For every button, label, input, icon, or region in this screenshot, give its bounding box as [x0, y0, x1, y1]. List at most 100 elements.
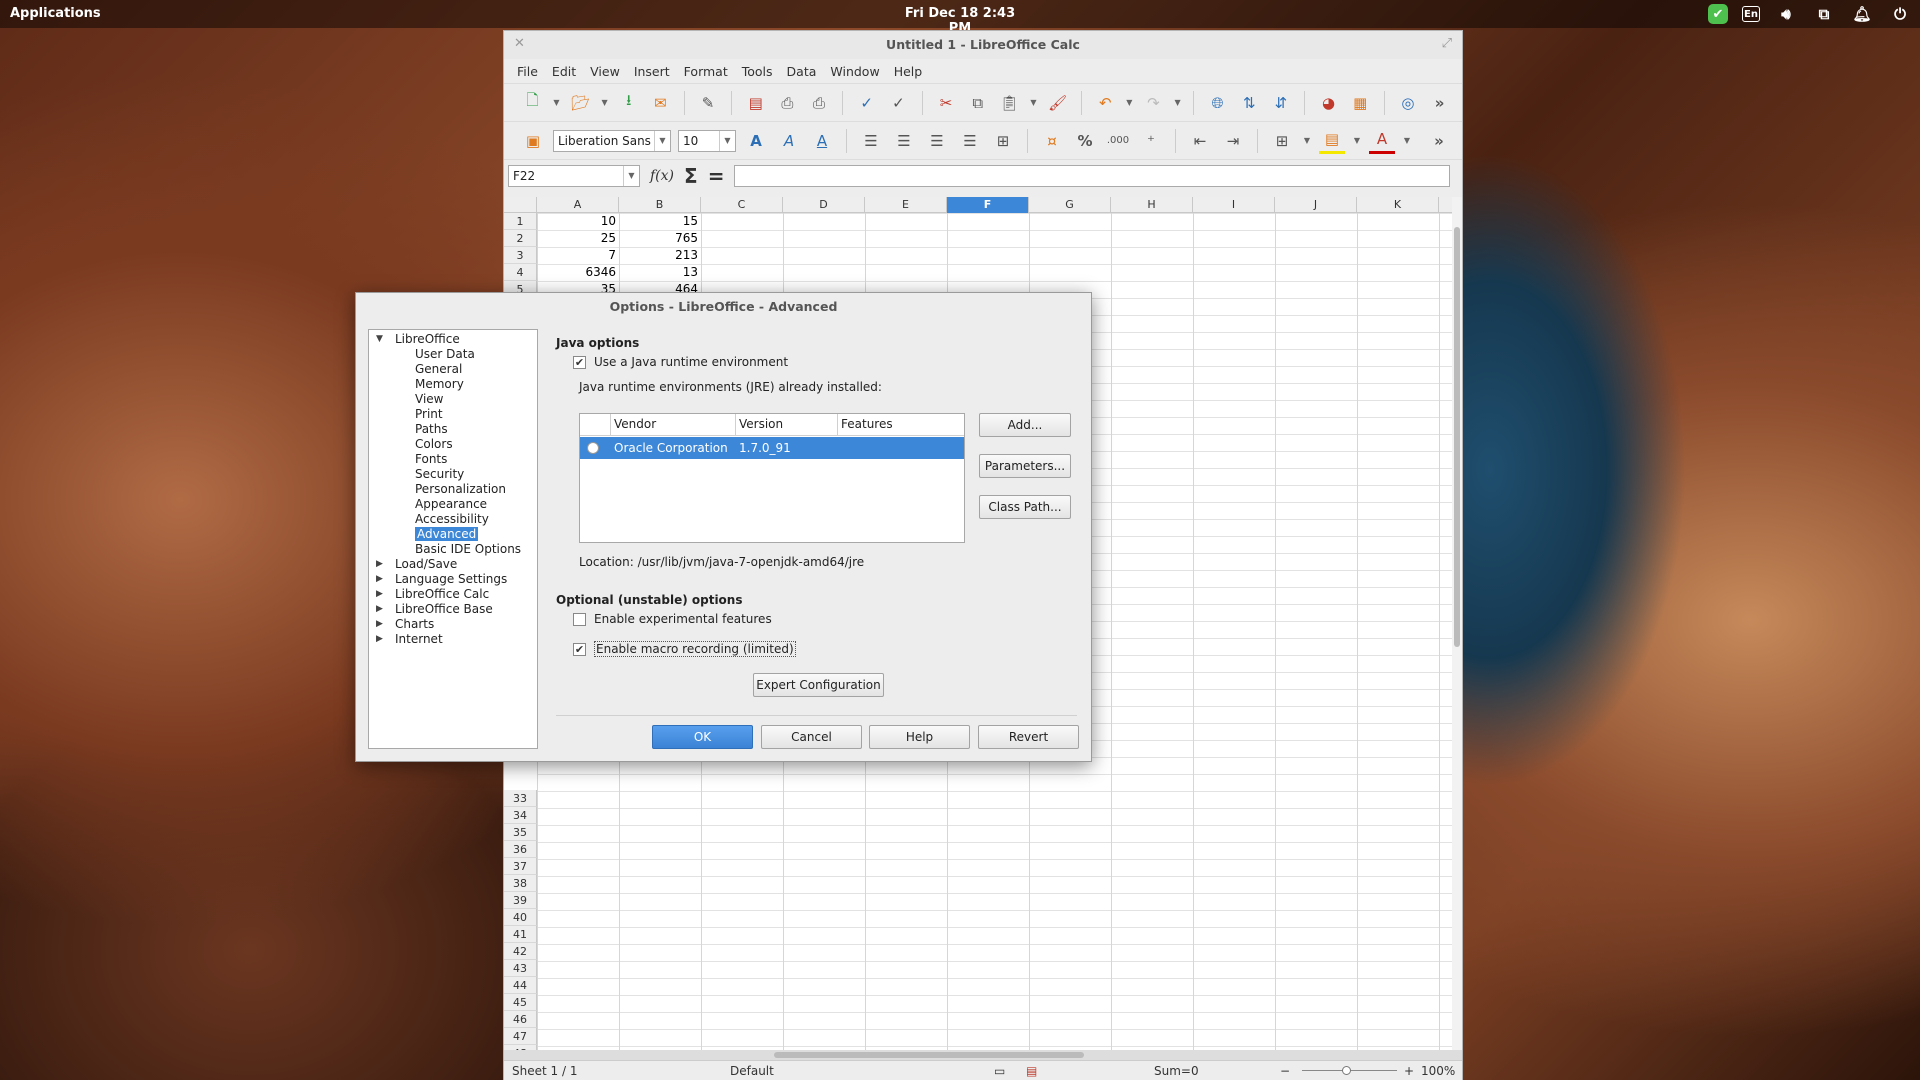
- column-header-j[interactable]: J: [1275, 197, 1357, 213]
- clone-formatting-icon[interactable]: 🖌︎: [1045, 90, 1070, 116]
- row-header[interactable]: 34: [504, 807, 537, 824]
- cell-a3[interactable]: 7: [537, 247, 619, 264]
- increase-indent-icon[interactable]: ⇥: [1220, 128, 1246, 154]
- menu-file[interactable]: File: [510, 64, 545, 79]
- tree-item-language-settings[interactable]: ▶ Language Settings: [369, 572, 537, 587]
- cell-b3[interactable]: 213: [619, 247, 701, 264]
- column-header-c[interactable]: C: [701, 197, 783, 213]
- column-header-h[interactable]: H: [1111, 197, 1193, 213]
- toolbar-overflow-icon[interactable]: »: [1426, 128, 1452, 154]
- jre-header-version[interactable]: Version: [736, 414, 838, 435]
- menu-format[interactable]: Format: [677, 64, 735, 79]
- jre-header-features[interactable]: Features: [838, 414, 964, 435]
- open-folder-icon[interactable]: 📂︎: [568, 90, 593, 116]
- zoom-out-icon[interactable]: −: [1280, 1064, 1290, 1078]
- column-header-g[interactable]: G: [1029, 197, 1111, 213]
- cell-a2[interactable]: 25: [537, 230, 619, 247]
- use-jre-checkbox-row[interactable]: ✔ Use a Java runtime environment: [573, 355, 788, 369]
- jre-row-radio-cell[interactable]: [580, 437, 611, 459]
- expanded-triangle-icon[interactable]: ▼: [376, 332, 383, 347]
- cell-b2[interactable]: 765: [619, 230, 701, 247]
- row-header[interactable]: 47: [504, 1028, 537, 1045]
- menu-view[interactable]: View: [583, 64, 627, 79]
- autospellcheck-icon[interactable]: ✓: [886, 90, 911, 116]
- tree-item-libreoffice[interactable]: ▼ LibreOffice: [369, 332, 537, 347]
- currency-format-icon[interactable]: ¤: [1039, 128, 1065, 154]
- decrease-indent-icon[interactable]: ⇤: [1187, 128, 1213, 154]
- jre-row-selected[interactable]: Oracle Corporation 1.7.0_91: [580, 437, 964, 459]
- sum-icon[interactable]: Σ: [684, 164, 698, 188]
- cell-a4[interactable]: 6346: [537, 264, 619, 281]
- styles-icon[interactable]: ▣: [520, 128, 546, 154]
- jre-table[interactable]: Vendor Version Features Oracle Corporati…: [579, 413, 965, 543]
- cancel-button[interactable]: Cancel: [761, 725, 862, 749]
- formula-icon[interactable]: =: [708, 164, 725, 188]
- background-dropdown-icon[interactable]: ▼: [1352, 128, 1362, 154]
- page-style[interactable]: Default: [730, 1064, 774, 1078]
- undo-icon[interactable]: ↶: [1093, 90, 1118, 116]
- cell-a1[interactable]: 10: [537, 213, 619, 230]
- collapsed-triangle-icon[interactable]: ▶: [376, 617, 383, 632]
- print-preview-icon[interactable]: ⎙: [807, 90, 832, 116]
- tree-item-charts[interactable]: ▶ Charts: [369, 617, 537, 632]
- toolbar-overflow-icon[interactable]: »: [1427, 90, 1452, 116]
- tree-item-colors[interactable]: Colors: [369, 437, 537, 452]
- experimental-checkbox[interactable]: [573, 612, 586, 626]
- experimental-checkbox-row[interactable]: Enable experimental features: [573, 612, 772, 626]
- macro-label[interactable]: Enable macro recording (limited): [594, 641, 796, 657]
- formula-input[interactable]: [734, 164, 1450, 187]
- tree-item-view[interactable]: View: [369, 392, 537, 407]
- menu-data[interactable]: Data: [780, 64, 824, 79]
- keyboard-icon[interactable]: En: [1742, 6, 1760, 22]
- use-jre-label[interactable]: Use a Java runtime environment: [594, 355, 788, 369]
- chevron-down-icon[interactable]: ▼: [719, 130, 735, 151]
- tree-item-fonts[interactable]: Fonts: [369, 452, 537, 467]
- menu-tools[interactable]: Tools: [735, 64, 780, 79]
- paste-dropdown-icon[interactable]: ▼: [1029, 90, 1039, 116]
- sort-descending-icon[interactable]: ⇵: [1269, 90, 1294, 116]
- tree-item-appearance[interactable]: Appearance: [369, 497, 537, 512]
- row-header[interactable]: 36: [504, 841, 537, 858]
- macro-checkbox[interactable]: ✔: [573, 642, 586, 656]
- collapsed-triangle-icon[interactable]: ▶: [376, 587, 383, 602]
- row-header[interactable]: 35: [504, 824, 537, 841]
- row-header[interactable]: 46: [504, 1011, 537, 1028]
- column-header-k[interactable]: K: [1357, 197, 1439, 213]
- new-dropdown-icon[interactable]: ▼: [552, 90, 562, 116]
- align-right-icon[interactable]: ☰: [924, 128, 950, 154]
- row-header[interactable]: 33: [504, 790, 537, 807]
- row-header[interactable]: 41: [504, 926, 537, 943]
- help-button[interactable]: Help: [869, 725, 970, 749]
- tree-item-advanced[interactable]: Advanced: [369, 527, 537, 542]
- collapsed-triangle-icon[interactable]: ▶: [376, 557, 383, 572]
- row-header[interactable]: 1: [504, 213, 537, 230]
- class-path-button[interactable]: Class Path...: [979, 495, 1071, 519]
- vertical-scrollbar[interactable]: [1452, 197, 1462, 1050]
- spellcheck-icon[interactable]: ✓: [854, 90, 879, 116]
- undo-dropdown-icon[interactable]: ▼: [1125, 90, 1135, 116]
- chevron-down-icon[interactable]: ▼: [654, 130, 670, 151]
- row-header[interactable]: 40: [504, 909, 537, 926]
- network-icon[interactable]: ⧉: [1812, 3, 1836, 25]
- zoom-slider-handle[interactable]: [1342, 1066, 1351, 1075]
- paste-icon[interactable]: 📋︎: [997, 90, 1022, 116]
- font-size-box[interactable]: 10 ▼: [678, 129, 736, 152]
- row-header[interactable]: 38: [504, 875, 537, 892]
- options-tree[interactable]: ▼ LibreOffice User Data General Memory Vi…: [368, 329, 538, 749]
- new-document-icon[interactable]: 🗋: [520, 90, 545, 116]
- tree-item-user-data[interactable]: User Data: [369, 347, 537, 362]
- row-header[interactable]: 45: [504, 994, 537, 1011]
- tree-item-load-save[interactable]: ▶ Load/Save: [369, 557, 537, 572]
- column-header-d[interactable]: D: [783, 197, 865, 213]
- bold-icon[interactable]: A: [743, 128, 769, 154]
- menu-help[interactable]: Help: [887, 64, 930, 79]
- underline-icon[interactable]: A: [809, 128, 835, 154]
- font-color-icon[interactable]: A: [1369, 128, 1395, 154]
- horizontal-scrollbar-thumb[interactable]: [774, 1052, 1084, 1058]
- row-header[interactable]: 4: [504, 264, 537, 281]
- power-icon[interactable]: ⏻: [1888, 3, 1912, 25]
- document-modified-icon[interactable]: ▤: [1026, 1064, 1037, 1078]
- italic-icon[interactable]: A: [776, 128, 802, 154]
- jre-radio-button[interactable]: [587, 442, 599, 454]
- print-icon[interactable]: ⎙: [775, 90, 800, 116]
